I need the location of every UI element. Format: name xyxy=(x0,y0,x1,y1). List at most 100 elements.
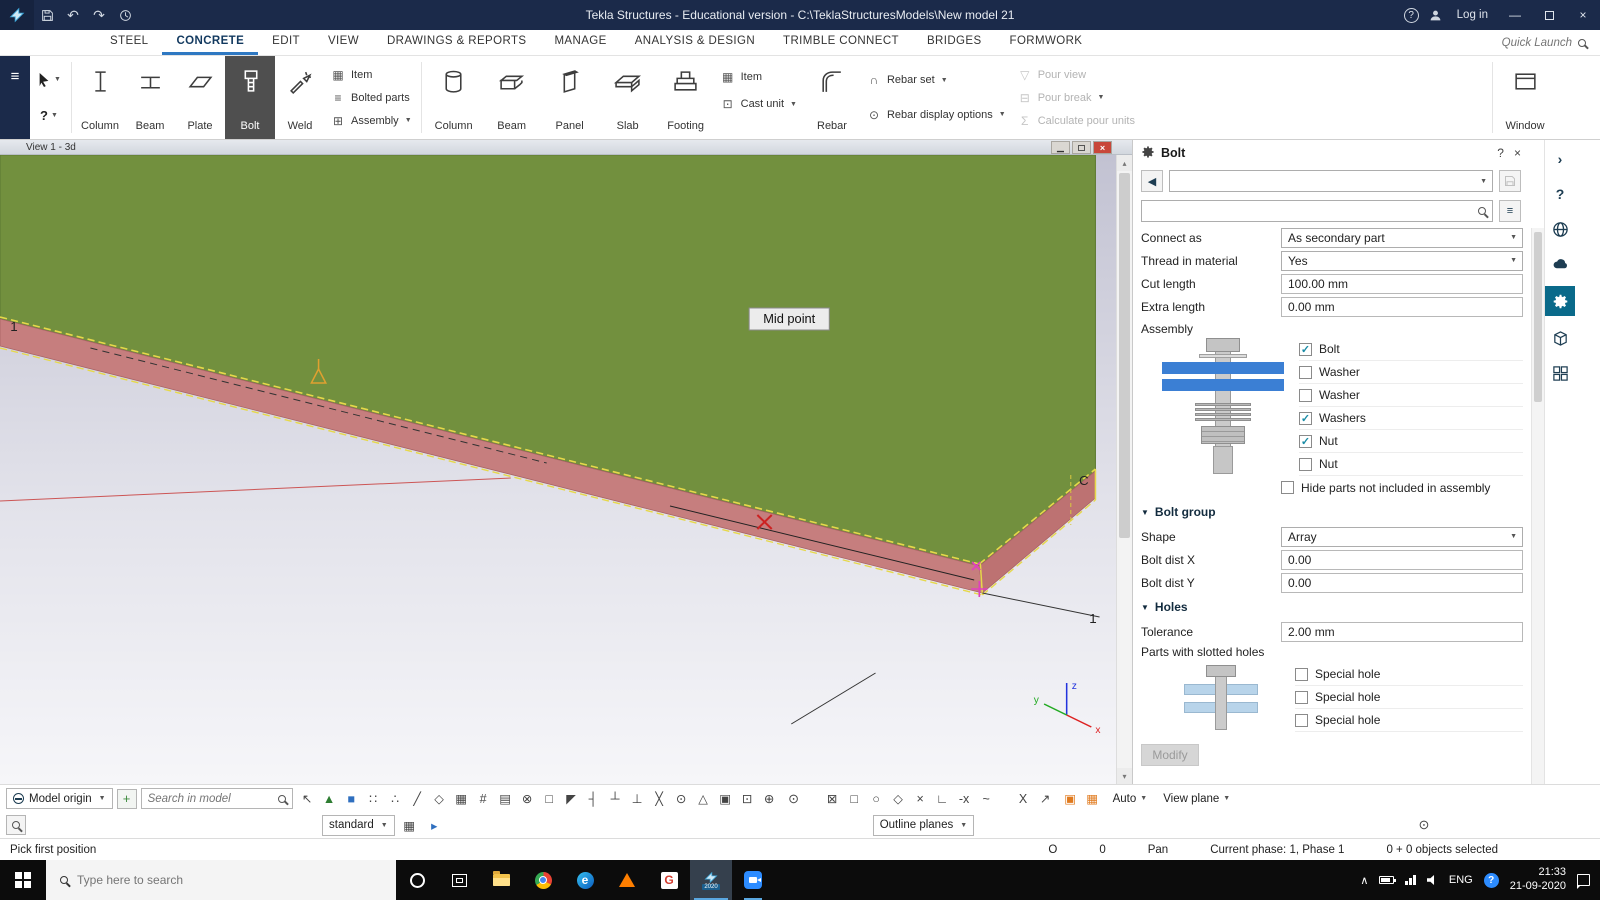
model-viewport[interactable]: View 1 - 3d ▁ × 1 1 C Mid point z x y ▴ … xyxy=(0,140,1132,784)
cut-length-input[interactable]: 100.00 mm xyxy=(1281,273,1523,294)
view-rect-icon[interactable]: □ xyxy=(844,788,865,809)
shape-select[interactable]: Array ▼ xyxy=(1281,526,1523,547)
hide-parts-check-row[interactable]: Hide parts not included in assembly xyxy=(1281,476,1529,499)
checkbox[interactable] xyxy=(1299,411,1312,425)
toolbar-eye-right[interactable]: ⊙ xyxy=(1414,815,1434,835)
scrollbar-thumb[interactable] xyxy=(1119,173,1130,538)
checkbox[interactable] xyxy=(1295,713,1308,727)
checkbox[interactable] xyxy=(1295,690,1308,704)
back-button[interactable]: ◀ xyxy=(1141,170,1163,192)
tab-edit[interactable]: EDIT xyxy=(258,30,314,55)
ribbon-tile-concrete-column[interactable]: Column xyxy=(425,56,483,139)
select-tool-button[interactable]: ▼ xyxy=(37,72,61,88)
check-washer-1[interactable]: Washer xyxy=(1299,361,1523,384)
profile-dropdown[interactable]: ▼ xyxy=(1169,170,1493,192)
checkbox[interactable] xyxy=(1299,365,1312,379)
task-view-icon[interactable] xyxy=(438,860,480,900)
quick-launch[interactable] xyxy=(1462,30,1600,55)
ribbon-pour-break-button[interactable]: ⊟ Pour break ▼ xyxy=(1018,91,1135,105)
toolbar-eye-left[interactable]: ⊙ xyxy=(784,789,804,809)
save-profile-button[interactable] xyxy=(1499,170,1521,192)
zoom-selected-icon[interactable]: X xyxy=(1013,788,1034,809)
help-settings-icon[interactable]: ? xyxy=(1545,181,1575,207)
tolerance-input[interactable]: 2.00 mm xyxy=(1281,621,1523,642)
snap-geometry-points-icon[interactable]: ∴ xyxy=(385,788,406,809)
bolt-dist-x-input[interactable]: 0.00 xyxy=(1281,549,1523,570)
special-hole-2[interactable]: Special hole xyxy=(1295,686,1523,709)
checkbox[interactable] xyxy=(1299,388,1312,402)
volume-icon[interactable] xyxy=(1426,875,1438,885)
snap-profile-dropdown[interactable]: standard ▼ xyxy=(322,814,395,836)
ribbon-tile-plate[interactable]: Plate xyxy=(175,56,225,139)
cast-unit-dropdown-caret[interactable]: ▼ xyxy=(790,101,797,108)
save-icon[interactable] xyxy=(34,0,60,30)
view-circle-icon[interactable]: ○ xyxy=(866,788,887,809)
tab-concrete[interactable]: CONCRETE xyxy=(162,30,259,55)
tab-bridges[interactable]: BRIDGES xyxy=(913,30,996,55)
ribbon-bolted-parts-button[interactable]: ≡ Bolted parts xyxy=(331,91,412,105)
ribbon-tile-panel[interactable]: Panel xyxy=(541,56,599,139)
add-coordinate-button[interactable]: + xyxy=(116,788,137,809)
checkbox[interactable] xyxy=(1299,457,1312,471)
chrome-app-icon[interactable] xyxy=(522,860,564,900)
view-close-button[interactable]: × xyxy=(1093,141,1112,154)
close-button[interactable]: × xyxy=(1568,0,1598,30)
ribbon-rebar-set-button[interactable]: ∩ Rebar set ▼ xyxy=(867,73,1006,87)
ribbon-tile-weld[interactable]: Weld xyxy=(275,56,325,139)
snap-mid-point-icon[interactable]: ┴ xyxy=(605,788,626,809)
view-restore-button[interactable] xyxy=(1072,141,1091,154)
start-button[interactable] xyxy=(0,860,46,900)
status-ortho[interactable]: O xyxy=(1048,844,1057,856)
taskbar-clock[interactable]: 21:33 21-09-2020 xyxy=(1510,866,1566,894)
tekla-app-icon[interactable]: 2020 xyxy=(690,860,732,900)
ribbon-item-button[interactable]: ▦ Item xyxy=(331,68,412,82)
ribbon-concrete-item-button[interactable]: ▦ Item xyxy=(721,70,797,84)
view-plane-dropdown[interactable]: View plane ▼ xyxy=(1157,788,1236,809)
taskbar-search-input[interactable] xyxy=(77,873,357,887)
panel-scrollbar[interactable] xyxy=(1531,228,1544,784)
pan-arrow-icon[interactable]: ↗ xyxy=(1035,788,1056,809)
ribbon-tile-window[interactable]: Window xyxy=(1496,56,1554,139)
ribbon-assembly-button[interactable]: ⊞ Assembly ▼ xyxy=(331,114,412,128)
quick-launch-input[interactable] xyxy=(1462,36,1572,49)
select-objects-icon[interactable]: ■ xyxy=(341,788,362,809)
special-hole-3[interactable]: Special hole xyxy=(1295,709,1523,732)
edge-app-icon[interactable]: e xyxy=(564,860,606,900)
extra-length-input[interactable]: 0.00 mm xyxy=(1281,296,1523,317)
file-explorer-icon[interactable] xyxy=(480,860,522,900)
main-menu-button[interactable]: ≡ xyxy=(0,56,30,139)
snap-any-icon[interactable]: ⊡ xyxy=(737,788,758,809)
snap-corner-icon[interactable]: ◤ xyxy=(561,788,582,809)
minus-x-icon[interactable]: -x xyxy=(954,788,975,809)
bolt-group-section-header[interactable]: ▼ Bolt group xyxy=(1133,499,1529,525)
ribbon-calculate-pour-button[interactable]: Σ Calculate pour units xyxy=(1018,114,1135,128)
login-button[interactable]: Log in xyxy=(1457,9,1488,21)
check-nut-2[interactable]: Nut xyxy=(1299,453,1523,476)
model-search-input[interactable] xyxy=(147,792,273,805)
snap-cut-icon[interactable]: ⊗ xyxy=(517,788,538,809)
work-plane-icon[interactable]: ▣ xyxy=(1060,788,1081,809)
snap-plane-icon[interactable]: ▤ xyxy=(495,788,516,809)
tab-trimble-connect[interactable]: TRIMBLE CONNECT xyxy=(769,30,913,55)
snap-tangent-icon[interactable]: △ xyxy=(693,788,714,809)
view-window-titlebar[interactable]: View 1 - 3d ▁ × xyxy=(0,140,1132,155)
minimize-button[interactable]: — xyxy=(1500,0,1530,30)
checkbox[interactable] xyxy=(1299,434,1312,448)
ribbon-tile-steel-column[interactable]: Column xyxy=(75,56,125,139)
properties-pane-icon[interactable] xyxy=(1545,286,1575,316)
undo-icon[interactable]: ↶ xyxy=(60,0,86,30)
snap-grid-lines-icon[interactable]: # xyxy=(473,788,494,809)
ribbon-pour-view-button[interactable]: ▽ Pour view xyxy=(1018,68,1135,82)
scroll-down-arrow[interactable]: ▾ xyxy=(1117,768,1132,784)
ribbon-tile-bolt[interactable]: Bolt xyxy=(225,56,275,139)
work-area-icon[interactable]: ▦ xyxy=(1082,788,1103,809)
auto-dropdown[interactable]: Auto ▼ xyxy=(1107,788,1154,809)
snap-perpendicular-icon[interactable]: ⊥ xyxy=(627,788,648,809)
snap-polygon-icon[interactable]: ◇ xyxy=(429,788,450,809)
ribbon-cast-unit-button[interactable]: ⊡ Cast unit ▼ xyxy=(721,97,797,111)
snap-grid-icon[interactable]: ▦ xyxy=(451,788,472,809)
connect-as-select[interactable]: As secondary part ▼ xyxy=(1281,227,1523,248)
snap-box-icon[interactable]: □ xyxy=(539,788,560,809)
check-washers[interactable]: Washers xyxy=(1299,407,1523,430)
tab-analysis-design[interactable]: ANALYSIS & DESIGN xyxy=(621,30,769,55)
